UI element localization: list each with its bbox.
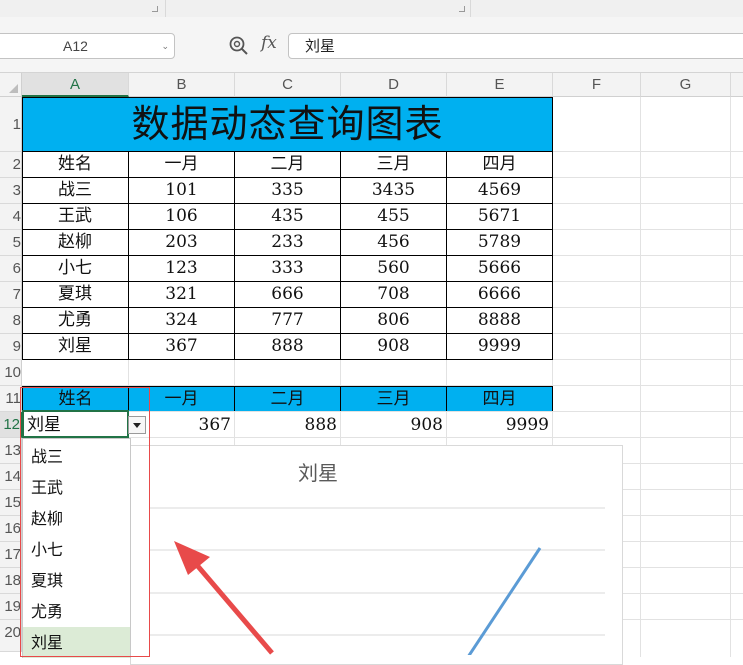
row-header-11[interactable]: 11 [0, 386, 22, 412]
row-header-10[interactable]: 10 [0, 360, 22, 386]
table-cell-name[interactable]: 小七 [22, 256, 129, 282]
toolbar-divider [165, 0, 166, 17]
column-header-b[interactable]: B [129, 73, 235, 97]
table-cell[interactable]: 806 [341, 308, 447, 334]
table-cell[interactable]: 106 [129, 204, 235, 230]
table-cell[interactable]: 908 [341, 334, 447, 360]
query-header-feb[interactable]: 二月 [235, 386, 341, 411]
zoom-icon[interactable] [228, 35, 250, 57]
header-feb[interactable]: 二月 [235, 152, 341, 178]
table-cell-name[interactable]: 尤勇 [22, 308, 129, 334]
sheet-title[interactable]: 数据动态查询图表 [22, 97, 553, 152]
table-cell[interactable]: 9999 [447, 334, 553, 360]
header-mar[interactable]: 三月 [341, 152, 447, 178]
table-cell[interactable]: 123 [129, 256, 235, 282]
column-header-g[interactable]: G [641, 73, 731, 97]
row-header-3[interactable]: 3 [0, 178, 22, 204]
table-cell[interactable]: 203 [129, 230, 235, 256]
row-header-7[interactable]: 7 [0, 282, 22, 308]
table-cell-name[interactable]: 战三 [22, 178, 129, 204]
table-cell[interactable]: 666 [235, 282, 341, 308]
row-header-14[interactable]: 14 [0, 464, 22, 490]
row-header-15[interactable]: 15 [0, 490, 22, 516]
table-cell[interactable]: 455 [341, 204, 447, 230]
row-header-9[interactable]: 9 [0, 334, 22, 360]
row-header-17[interactable]: 17 [0, 542, 22, 568]
highlight-box [20, 387, 150, 657]
header-name[interactable]: 姓名 [22, 152, 129, 178]
arrow-icon [174, 541, 274, 655]
column-header-c[interactable]: C [235, 73, 341, 97]
table-cell[interactable]: 560 [341, 256, 447, 282]
table-cell[interactable]: 5671 [447, 204, 553, 230]
table-cell-name[interactable]: 刘星 [22, 334, 129, 360]
row-header-8[interactable]: 8 [0, 308, 22, 334]
query-value-apr[interactable]: 9999 [447, 412, 553, 438]
table-cell-name[interactable]: 赵柳 [22, 230, 129, 256]
select-all-corner[interactable] [0, 73, 22, 97]
table-cell[interactable]: 233 [235, 230, 341, 256]
toolbar-divider [470, 0, 471, 17]
fx-icon[interactable]: fx [261, 33, 277, 53]
row-header-13[interactable]: 13 [0, 438, 22, 464]
column-header-f[interactable]: F [553, 73, 641, 97]
table-cell[interactable]: 5789 [447, 230, 553, 256]
table-cell[interactable]: 8888 [447, 308, 553, 334]
table-cell[interactable]: 5666 [447, 256, 553, 282]
table-cell[interactable]: 777 [235, 308, 341, 334]
table-cell[interactable]: 888 [235, 334, 341, 360]
column-header-h[interactable] [731, 73, 743, 97]
column-header-a[interactable]: A [22, 73, 129, 97]
query-header-mar[interactable]: 三月 [341, 386, 447, 411]
chart-series-line [467, 547, 542, 655]
table-cell[interactable]: 3435 [341, 178, 447, 204]
table-cell[interactable]: 435 [235, 204, 341, 230]
table-cell[interactable]: 708 [341, 282, 447, 308]
table-cell-name[interactable]: 夏琪 [22, 282, 129, 308]
query-value-mar[interactable]: 908 [341, 412, 447, 438]
name-box-value: A12 [63, 38, 88, 54]
table-cell[interactable]: 367 [129, 334, 235, 360]
row-header-2[interactable]: 2 [0, 152, 22, 178]
group-launcher-icon[interactable] [459, 6, 465, 12]
table-cell[interactable]: 101 [129, 178, 235, 204]
row-header-1[interactable]: 1 [0, 97, 22, 152]
chart-title: 刘星 [298, 461, 338, 485]
table-cell[interactable]: 324 [129, 308, 235, 334]
table-cell[interactable]: 321 [129, 282, 235, 308]
row-header-20[interactable]: 20 [0, 620, 22, 652]
column-header-d[interactable]: D [341, 73, 447, 97]
toolbar-strip [0, 0, 743, 18]
row-header-16[interactable]: 16 [0, 516, 22, 542]
formula-input[interactable]: 刘星 [288, 33, 743, 59]
query-header-apr[interactable]: 四月 [447, 386, 553, 411]
row-header-5[interactable]: 5 [0, 230, 22, 256]
column-header-e[interactable]: E [447, 73, 553, 97]
table-cell[interactable]: 456 [341, 230, 447, 256]
gridline [730, 97, 731, 657]
row-header-6[interactable]: 6 [0, 256, 22, 282]
row-header-18[interactable]: 18 [0, 568, 22, 594]
table-cell[interactable]: 335 [235, 178, 341, 204]
table-cell-name[interactable]: 王武 [22, 204, 129, 230]
chevron-down-icon[interactable]: ⌄ [161, 34, 169, 58]
group-launcher-icon[interactable] [152, 6, 158, 12]
row-header-4[interactable]: 4 [0, 204, 22, 230]
query-value-feb[interactable]: 888 [235, 412, 341, 438]
table-cell[interactable]: 333 [235, 256, 341, 282]
header-apr[interactable]: 四月 [447, 152, 553, 178]
row-header-19[interactable]: 19 [0, 594, 22, 620]
row-header-12[interactable]: 12 [0, 412, 22, 438]
gridline [640, 97, 641, 657]
table-cell[interactable]: 6666 [447, 282, 553, 308]
table-cell[interactable]: 4569 [447, 178, 553, 204]
name-box[interactable]: A12 ⌄ [0, 33, 175, 59]
header-jan[interactable]: 一月 [129, 152, 235, 178]
